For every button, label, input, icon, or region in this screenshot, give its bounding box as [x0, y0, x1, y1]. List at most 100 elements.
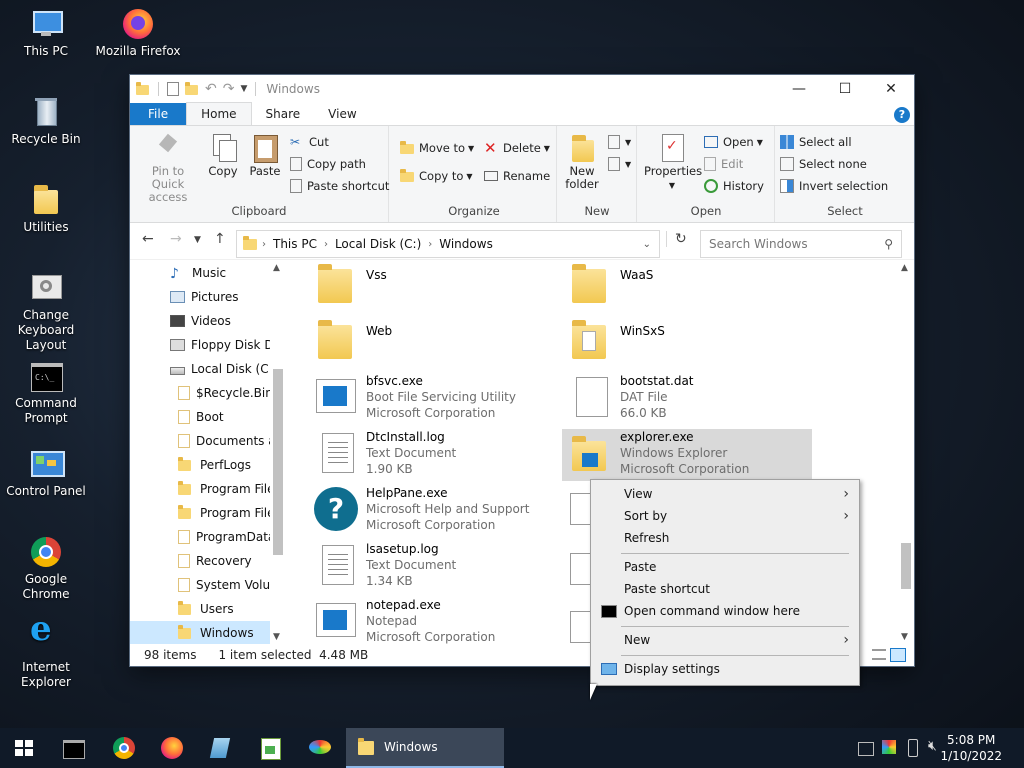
nav-item-program-files[interactable]: Program Files: [130, 477, 286, 501]
nav-item-recycle-bin-folder[interactable]: $Recycle.Bin: [130, 381, 286, 405]
forward-button[interactable]: →: [170, 231, 182, 247]
file-item-vss[interactable]: Vss: [308, 261, 558, 313]
tab-home[interactable]: Home: [186, 102, 252, 125]
nav-item-videos[interactable]: Videos: [130, 309, 286, 333]
menu-item-paste[interactable]: Paste: [591, 556, 859, 578]
breadcrumb-windows[interactable]: Windows: [439, 237, 493, 251]
start-button[interactable]: [0, 728, 48, 768]
system-clock[interactable]: 5:08 PM 1/10/2022: [940, 732, 1002, 764]
taskbar-chrome[interactable]: [110, 734, 138, 762]
copy-button[interactable]: Copy: [206, 132, 240, 178]
menu-item-display-settings[interactable]: Display settings: [591, 658, 859, 680]
nav-item-music[interactable]: ♪ Music: [130, 261, 286, 285]
nav-item-program-files-x86[interactable]: Program Files (x86): [130, 501, 286, 525]
nav-item-documents-and-settings[interactable]: Documents and Settings: [130, 429, 286, 453]
history-button[interactable]: History: [704, 176, 764, 196]
breadcrumb-local-disk[interactable]: Local Disk (C:): [335, 237, 421, 251]
copy-path-button[interactable]: Copy path: [290, 154, 366, 174]
new-folder-icon[interactable]: [185, 82, 199, 96]
file-item-helppane[interactable]: ? HelpPane.exe Microsoft Help and Support M…: [308, 485, 558, 537]
file-item-web[interactable]: Web: [308, 317, 558, 369]
invert-selection-button[interactable]: Invert selection: [780, 176, 888, 196]
file-item-waas[interactable]: WaaS: [562, 261, 812, 313]
menu-item-view[interactable]: View ›: [591, 483, 859, 505]
paste-shortcut-button[interactable]: Paste shortcut: [290, 176, 389, 196]
back-button[interactable]: ←: [142, 231, 154, 247]
address-bar[interactable]: › This PC › Local Disk (C:) › Windows ⌄: [236, 230, 660, 258]
recent-locations-button[interactable]: ▼: [194, 235, 201, 245]
close-button[interactable]: ✕: [868, 75, 914, 103]
network-icon[interactable]: [858, 742, 874, 756]
desktop-icon-command-prompt[interactable]: C:\_ Command Prompt: [0, 360, 92, 426]
help-button[interactable]: ?: [894, 107, 910, 123]
easy-access-button[interactable]: ▼: [608, 154, 631, 174]
details-view-icon[interactable]: [872, 649, 886, 660]
tab-share[interactable]: Share: [252, 103, 315, 125]
file-item-bfsvc[interactable]: bfsvc.exe Boot File Servicing Utility Micr…: [308, 373, 558, 425]
taskbar-app-blue[interactable]: [206, 734, 234, 762]
content-scrollbar[interactable]: ▲ ▼: [898, 261, 914, 644]
breadcrumb-this-pc[interactable]: This PC: [273, 237, 317, 251]
scroll-up-arrow[interactable]: ▲: [901, 263, 908, 273]
taskbar-command-prompt[interactable]: [60, 734, 88, 762]
menu-item-open-command-window[interactable]: Open command window here: [591, 600, 859, 622]
address-dropdown-icon[interactable]: ⌄: [643, 239, 651, 250]
scroll-down-arrow[interactable]: ▼: [901, 632, 908, 642]
up-button[interactable]: ↑: [214, 231, 226, 247]
file-item-lsasetup[interactable]: lsasetup.log Text Document 1.34 KB: [308, 541, 558, 593]
nav-item-pictures[interactable]: Pictures: [130, 285, 286, 309]
nav-item-recovery[interactable]: Recovery: [130, 549, 286, 573]
file-item-explorer[interactable]: explorer.exe Windows Explorer Microsoft Co…: [562, 429, 812, 481]
desktop-icon-google-chrome[interactable]: Google Chrome: [0, 536, 92, 602]
search-input[interactable]: Search Windows ⚲: [700, 230, 902, 258]
rename-button[interactable]: Rename: [484, 166, 550, 186]
taskbar-firefox[interactable]: [158, 734, 186, 762]
desktop-icon-change-keyboard-layout[interactable]: Change Keyboard Layout: [0, 272, 92, 353]
taskbar-app-chart[interactable]: [256, 734, 284, 762]
desktop-icon-firefox[interactable]: Mozilla Firefox: [92, 8, 184, 59]
scrollbar-thumb[interactable]: [901, 543, 911, 589]
nav-item-users[interactable]: Users: [130, 597, 286, 621]
select-none-button[interactable]: Select none: [780, 154, 867, 174]
nav-item-perflogs[interactable]: PerfLogs: [130, 453, 286, 477]
menu-item-paste-shortcut[interactable]: Paste shortcut: [591, 578, 859, 600]
scroll-down-arrow[interactable]: ▼: [273, 632, 280, 642]
undo-icon[interactable]: ↶: [205, 81, 217, 97]
volume-muted-icon[interactable]: 🔇︎: [928, 738, 937, 754]
open-button[interactable]: Open ▼: [704, 132, 763, 152]
minimize-button[interactable]: —: [776, 75, 822, 103]
desktop-icon-this-pc[interactable]: This PC: [0, 8, 92, 59]
cut-button[interactable]: ✂ Cut: [290, 132, 329, 152]
title-bar[interactable]: ↶ ↷ ▼ Windows — ☐ ✕: [130, 75, 914, 103]
scrollbar-thumb[interactable]: [273, 369, 283, 555]
large-icons-view-icon[interactable]: [890, 648, 906, 662]
file-item-notepad[interactable]: notepad.exe Notepad Microsoft Corporation: [308, 597, 558, 644]
desktop-icon-internet-explorer[interactable]: e Internet Explorer: [0, 612, 92, 690]
tab-file[interactable]: File: [130, 103, 187, 125]
pin-to-quick-access-button[interactable]: Pin to Quick access: [136, 132, 200, 204]
move-to-button[interactable]: Move to ▼: [400, 138, 474, 158]
nav-item-system-volume-information[interactable]: System Volume Information: [130, 573, 286, 597]
menu-item-refresh[interactable]: Refresh: [591, 527, 859, 549]
redo-icon[interactable]: ↷: [223, 81, 235, 97]
paste-button[interactable]: Paste: [246, 132, 284, 178]
delete-button[interactable]: ✕ Delete ▼: [484, 138, 550, 158]
properties-button[interactable]: ✓ Properties ▼: [644, 132, 702, 192]
chevron-down-icon[interactable]: ▼: [240, 84, 247, 94]
menu-item-sort-by[interactable]: Sort by ›: [591, 505, 859, 527]
edit-button[interactable]: Edit: [704, 154, 743, 174]
desktop-icon-utilities[interactable]: Utilities: [0, 184, 92, 235]
select-all-button[interactable]: Select all: [780, 132, 852, 152]
taskbar-explorer-window[interactable]: Windows: [346, 728, 504, 768]
tab-view[interactable]: View: [314, 103, 370, 125]
nav-item-floppy-disk[interactable]: Floppy Disk Drive (A:): [130, 333, 286, 357]
scroll-up-arrow[interactable]: ▲: [273, 263, 280, 273]
nav-item-local-disk[interactable]: Local Disk (C:): [130, 357, 286, 381]
maximize-button[interactable]: ☐: [822, 75, 868, 103]
nav-item-windows[interactable]: Windows: [130, 621, 286, 644]
copy-to-button[interactable]: Copy to ▼: [400, 166, 473, 186]
taskbar-app-paint[interactable]: [306, 734, 334, 762]
new-folder-button[interactable]: New folder: [562, 132, 602, 191]
desktop-icon-recycle-bin[interactable]: Recycle Bin: [0, 96, 92, 147]
nav-pane-scrollbar[interactable]: ▲ ▼: [270, 261, 286, 644]
